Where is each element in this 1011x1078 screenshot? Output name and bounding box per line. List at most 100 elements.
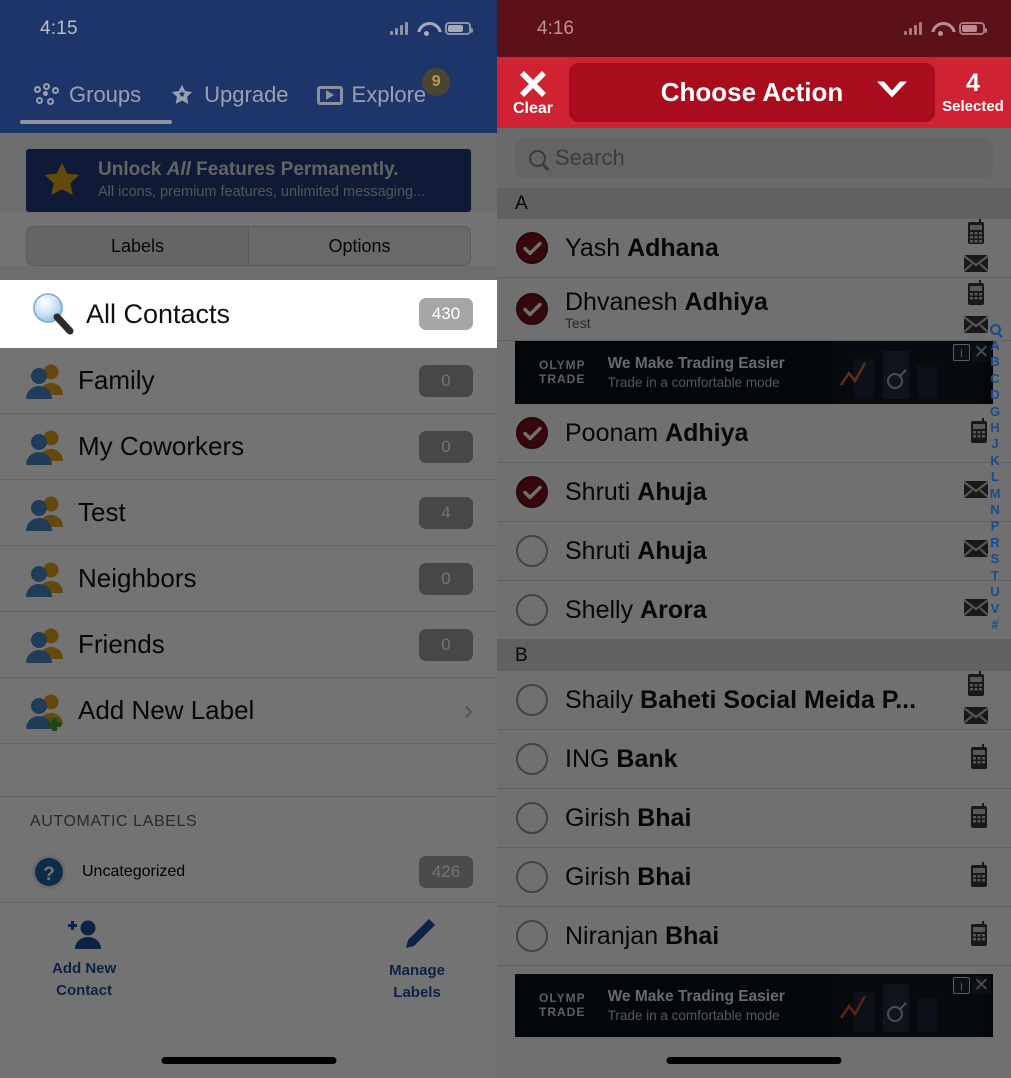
index-letter[interactable]: M [990,486,1001,502]
checkbox-unchecked-icon[interactable] [515,801,549,835]
alphabet-index-strip[interactable]: A B C D G H J K L M N P R S T U V # [982,324,1008,633]
index-letter[interactable]: C [990,371,999,387]
index-letter[interactable]: # [991,617,998,633]
label-count: 0 [419,628,473,661]
index-letter[interactable]: R [990,535,999,551]
index-letter[interactable]: K [990,453,999,469]
checkbox-checked-icon[interactable] [515,416,549,450]
mobile-icon[interactable] [969,802,989,834]
label-row-test[interactable]: Test 4 [0,480,497,546]
add-new-label-text: Add New Label [78,695,255,725]
contact-row[interactable]: Shaily Baheti Social Meida P... [497,670,1011,730]
label-count: 0 [419,562,473,595]
index-letter[interactable]: P [991,518,1000,534]
index-letter[interactable]: S [991,551,1000,567]
index-letter[interactable]: N [990,502,999,518]
index-letter[interactable]: B [990,354,999,370]
checkbox-unchecked-icon[interactable] [515,919,549,953]
label-name: Neighbors [78,563,197,593]
ad-info-icon[interactable]: i [953,344,970,361]
promo-title: Unlock All Features Permanently. [98,159,399,181]
ad-info-icon[interactable]: i [953,977,970,994]
contact-row[interactable]: Girish Bhai [497,789,1011,848]
tab-labels[interactable]: Labels [27,227,249,265]
segmented-control[interactable]: Labels Options [26,226,471,266]
label-row-uncategorized[interactable]: ? Uncategorized 426 [0,841,497,903]
choose-action-button[interactable]: Choose Action [569,63,935,122]
all-contacts-row[interactable]: All Contacts 430 [0,280,497,348]
watermark: www.deuaq.com [912,1047,1003,1061]
tab-options[interactable]: Options [249,227,470,265]
index-letter[interactable]: V [991,601,1000,617]
contact-row[interactable]: Girish Bhai [497,848,1011,907]
index-letter[interactable]: D [990,387,999,403]
right-phone-screen: 4:16 Clear Choose Action 4 Selected Sear… [497,0,1011,1078]
contact-row[interactable]: Shruti Ahuja [497,463,1011,522]
label-row-neighbors[interactable]: Neighbors 0 [0,546,497,612]
close-x-icon [517,67,549,99]
tab-explore[interactable]: Explore 9 [303,68,451,108]
add-new-contact-button[interactable]: Add New Contact [52,919,116,1000]
all-contacts-label: All Contacts [86,298,231,329]
checkbox-unchecked-icon[interactable] [515,534,549,568]
contact-row[interactable]: Dhvanesh Adhiya Test [497,278,1011,341]
advertisement-banner[interactable]: OLYMP TRADE We Make Trading Easier Trade … [515,341,993,404]
tab-groups[interactable]: Groups [20,82,155,108]
ad-close-icon[interactable]: ✕ [972,976,991,995]
chevron-right-icon: › [464,695,473,725]
upgrade-promo-banner[interactable]: Unlock All Features Permanently. All ico… [26,149,471,212]
mobile-icon[interactable] [966,218,986,250]
tab-upgrade[interactable]: Upgrade [155,82,302,108]
add-new-label-row[interactable]: Add New Label › [0,678,497,744]
contact-row[interactable]: Poonam Adhiya [497,404,1011,463]
ad-headline: We Make Trading Easier [607,988,785,1005]
envelope-icon[interactable] [963,706,989,730]
contact-row[interactable]: Niranjan Bhai [497,907,1011,966]
contact-row[interactable]: Shelly Arora [497,581,1011,640]
home-indicator[interactable] [666,1057,842,1064]
contact-actions [969,802,1011,834]
checkbox-checked-icon[interactable] [515,231,549,265]
status-time: 4:16 [537,17,574,39]
contact-row[interactable]: Shruti Ahuja [497,522,1011,581]
checkbox-unchecked-icon[interactable] [515,683,549,717]
checkbox-unchecked-icon[interactable] [515,593,549,627]
gold-star-icon [40,160,84,202]
label-row-family[interactable]: Family 0 [0,348,497,414]
mobile-icon[interactable] [969,861,989,893]
contact-actions [969,743,1011,775]
index-letter[interactable]: J [991,436,998,452]
clear-selection-button[interactable]: Clear [497,57,569,128]
envelope-icon[interactable] [963,254,989,278]
search-input[interactable]: Search [515,138,993,178]
signal-bars-icon [904,22,922,35]
index-letter[interactable]: U [990,584,999,600]
mobile-icon[interactable] [969,743,989,775]
index-letter[interactable]: T [991,568,999,584]
index-letter[interactable]: H [990,420,999,436]
mobile-icon[interactable] [966,279,986,311]
contact-name: ING Bank [565,744,678,773]
index-letter[interactable]: A [990,338,999,354]
index-letter[interactable]: L [991,469,999,485]
advertisement-banner[interactable]: OLYMP TRADE We Make Trading Easier Trade … [515,974,993,1037]
manage-labels-button[interactable]: Manage Labels [389,917,445,1002]
checkbox-unchecked-icon[interactable] [515,860,549,894]
index-letter[interactable]: G [990,404,1000,420]
contact-row[interactable]: Yash Adhana [497,218,1011,278]
mobile-icon[interactable] [966,670,986,702]
contact-row[interactable]: ING Bank [497,730,1011,789]
ad-copy: We Make Trading Easier Trade in a comfor… [608,355,785,390]
label-name: Test [78,497,126,527]
label-row-my-coworkers[interactable]: My Coworkers 0 [0,414,497,480]
mobile-icon[interactable] [969,920,989,952]
checkbox-checked-icon[interactable] [515,475,549,509]
search-icon[interactable] [989,324,1001,335]
checkbox-unchecked-icon[interactable] [515,742,549,776]
home-indicator[interactable] [161,1057,336,1064]
label-row-friends[interactable]: Friends 0 [0,612,497,678]
add-person-icon [63,919,105,955]
manage-labels-line2: Labels [393,984,441,1002]
checkbox-checked-icon[interactable] [515,292,549,326]
people-icon [22,427,70,467]
